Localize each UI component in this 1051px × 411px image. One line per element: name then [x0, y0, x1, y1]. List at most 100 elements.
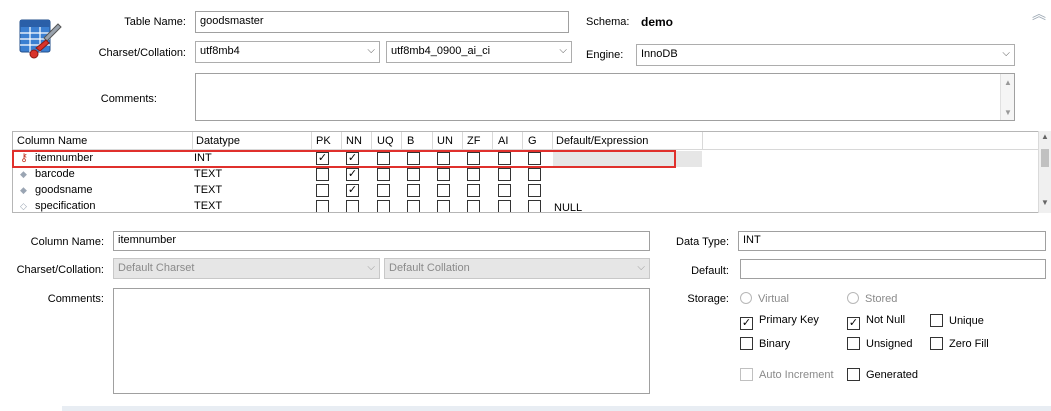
default-input[interactable]: [740, 259, 1046, 279]
column-name-label: Column Name:: [30, 236, 104, 248]
header-zf[interactable]: ZF: [467, 135, 480, 147]
column-comments-textarea[interactable]: [113, 288, 650, 394]
virtual-radio[interactable]: Virtual: [740, 292, 789, 305]
header-b[interactable]: B: [407, 135, 414, 147]
binary-label: Binary: [759, 338, 791, 350]
cell-ai-checkbox[interactable]: [498, 184, 511, 197]
cell-uq-checkbox[interactable]: [377, 168, 390, 181]
generated-checkbox[interactable]: Generated: [847, 368, 918, 381]
column-charset-select[interactable]: Default Charset ⌵: [113, 258, 380, 279]
table-charset-select[interactable]: utf8mb4 ⌵: [195, 41, 380, 63]
not-null-checkbox[interactable]: ✓ Not Null: [847, 314, 905, 330]
cell-column-name[interactable]: specification: [35, 200, 96, 212]
cell-b-checkbox[interactable]: [407, 200, 420, 212]
generated-label: Generated: [866, 369, 918, 381]
column-name-input[interactable]: itemnumber: [113, 231, 650, 251]
table-row[interactable]: ◆ barcode TEXT ✓: [13, 167, 1038, 183]
zero-fill-checkbox[interactable]: Zero Fill: [930, 337, 989, 350]
cell-zf-checkbox[interactable]: [467, 184, 480, 197]
cell-zf-checkbox[interactable]: [467, 200, 480, 212]
cell-b-checkbox[interactable]: [407, 168, 420, 181]
scroll-thumb[interactable]: [1041, 149, 1049, 167]
table-collation-value: utf8mb4_0900_ai_ci: [391, 45, 491, 57]
grid-scrollbar[interactable]: ▲ ▼: [1038, 131, 1051, 213]
columns-grid[interactable]: Column Name Datatype PK NN UQ B UN ZF AI…: [12, 131, 1051, 213]
chevron-down-icon: ⌵: [367, 262, 375, 273]
header-column-name[interactable]: Column Name: [17, 135, 87, 147]
header-pk[interactable]: PK: [316, 135, 331, 147]
header-default-expression[interactable]: Default/Expression: [556, 135, 648, 147]
storage-label: Storage:: [687, 293, 729, 305]
checkbox-icon: [930, 314, 943, 327]
header-uq[interactable]: UQ: [377, 135, 394, 147]
column-collation-select[interactable]: Default Collation ⌵: [384, 258, 650, 279]
table-row[interactable]: ◆ goodsname TEXT ✓: [13, 183, 1038, 199]
cell-un-checkbox[interactable]: [437, 184, 450, 197]
cell-g-checkbox[interactable]: [528, 200, 541, 212]
radio-icon: [740, 292, 752, 304]
table-comments-scrollbar[interactable]: ▲ ▼: [1000, 74, 1014, 120]
table-name-label: Table Name:: [124, 16, 186, 28]
header-nn[interactable]: NN: [346, 135, 362, 147]
cell-ai-checkbox[interactable]: [498, 168, 511, 181]
header-ai[interactable]: AI: [498, 135, 508, 147]
cell-un-checkbox[interactable]: [437, 200, 450, 212]
auto-increment-checkbox[interactable]: Auto Increment: [740, 368, 834, 381]
engine-select[interactable]: InnoDB ⌵: [636, 44, 1015, 66]
stored-label: Stored: [865, 293, 898, 305]
binary-checkbox[interactable]: Binary: [740, 337, 790, 350]
header-datatype[interactable]: Datatype: [196, 135, 240, 147]
header-un[interactable]: UN: [437, 135, 453, 147]
primary-key-label: Primary Key: [759, 314, 819, 326]
table-row[interactable]: ◇ specification TEXT NULL: [13, 199, 1038, 212]
radio-icon: [847, 292, 859, 304]
engine-value: InnoDB: [641, 48, 678, 60]
bottom-tab-strip: [62, 406, 1051, 411]
chevron-down-icon: ⌵: [367, 45, 375, 56]
table-name-input[interactable]: goodsmaster: [195, 11, 569, 33]
schema-label: Schema:: [586, 16, 630, 28]
cell-g-checkbox[interactable]: [528, 184, 541, 197]
unique-checkbox[interactable]: Unique: [930, 314, 984, 327]
table-collation-select[interactable]: utf8mb4_0900_ai_ci ⌵: [386, 41, 572, 63]
zero-fill-label: Zero Fill: [949, 338, 989, 350]
collapse-icon[interactable]: ︽: [1032, 7, 1046, 21]
cell-datatype[interactable]: TEXT: [194, 168, 222, 180]
scroll-up-icon: ▲: [1004, 78, 1012, 87]
cell-column-name[interactable]: barcode: [35, 168, 75, 180]
cell-un-checkbox[interactable]: [437, 168, 450, 181]
cell-pk-checkbox[interactable]: [316, 184, 329, 197]
cell-b-checkbox[interactable]: [407, 184, 420, 197]
cell-ai-checkbox[interactable]: [498, 200, 511, 212]
cell-datatype[interactable]: TEXT: [194, 200, 222, 212]
header-g[interactable]: G: [528, 135, 537, 147]
cell-g-checkbox[interactable]: [528, 168, 541, 181]
chevron-down-icon: ⌵: [1002, 48, 1010, 59]
cell-nn-checkbox[interactable]: [346, 200, 359, 212]
checkbox-icon: ✓: [847, 317, 860, 330]
cell-uq-checkbox[interactable]: [377, 184, 390, 197]
column-comments-label: Comments:: [47, 293, 104, 305]
unsigned-checkbox[interactable]: Unsigned: [847, 337, 912, 350]
cell-datatype[interactable]: TEXT: [194, 184, 222, 196]
cell-nn-checkbox[interactable]: ✓: [346, 184, 359, 197]
stored-radio[interactable]: Stored: [847, 292, 897, 305]
cell-uq-checkbox[interactable]: [377, 200, 390, 212]
data-type-label: Data Type:: [676, 236, 729, 248]
table-charset-label: Charset/Collation:: [98, 47, 186, 59]
engine-label: Engine:: [586, 49, 624, 61]
virtual-label: Virtual: [758, 293, 789, 305]
table-editor-icon: [19, 19, 62, 59]
cell-column-name[interactable]: goodsname: [35, 184, 93, 196]
unique-label: Unique: [949, 315, 984, 327]
data-type-input[interactable]: INT: [738, 231, 1046, 251]
primary-key-checkbox[interactable]: ✓ Primary Key: [740, 314, 819, 330]
cell-pk-checkbox[interactable]: [316, 168, 329, 181]
scroll-up-icon: ▲: [1041, 132, 1049, 141]
cell-nn-checkbox[interactable]: ✓: [346, 168, 359, 181]
cell-default-expression[interactable]: NULL: [554, 202, 582, 212]
cell-zf-checkbox[interactable]: [467, 168, 480, 181]
column-charset-value: Default Charset: [118, 262, 195, 274]
cell-pk-checkbox[interactable]: [316, 200, 329, 212]
table-comments-textarea[interactable]: [195, 73, 1015, 121]
